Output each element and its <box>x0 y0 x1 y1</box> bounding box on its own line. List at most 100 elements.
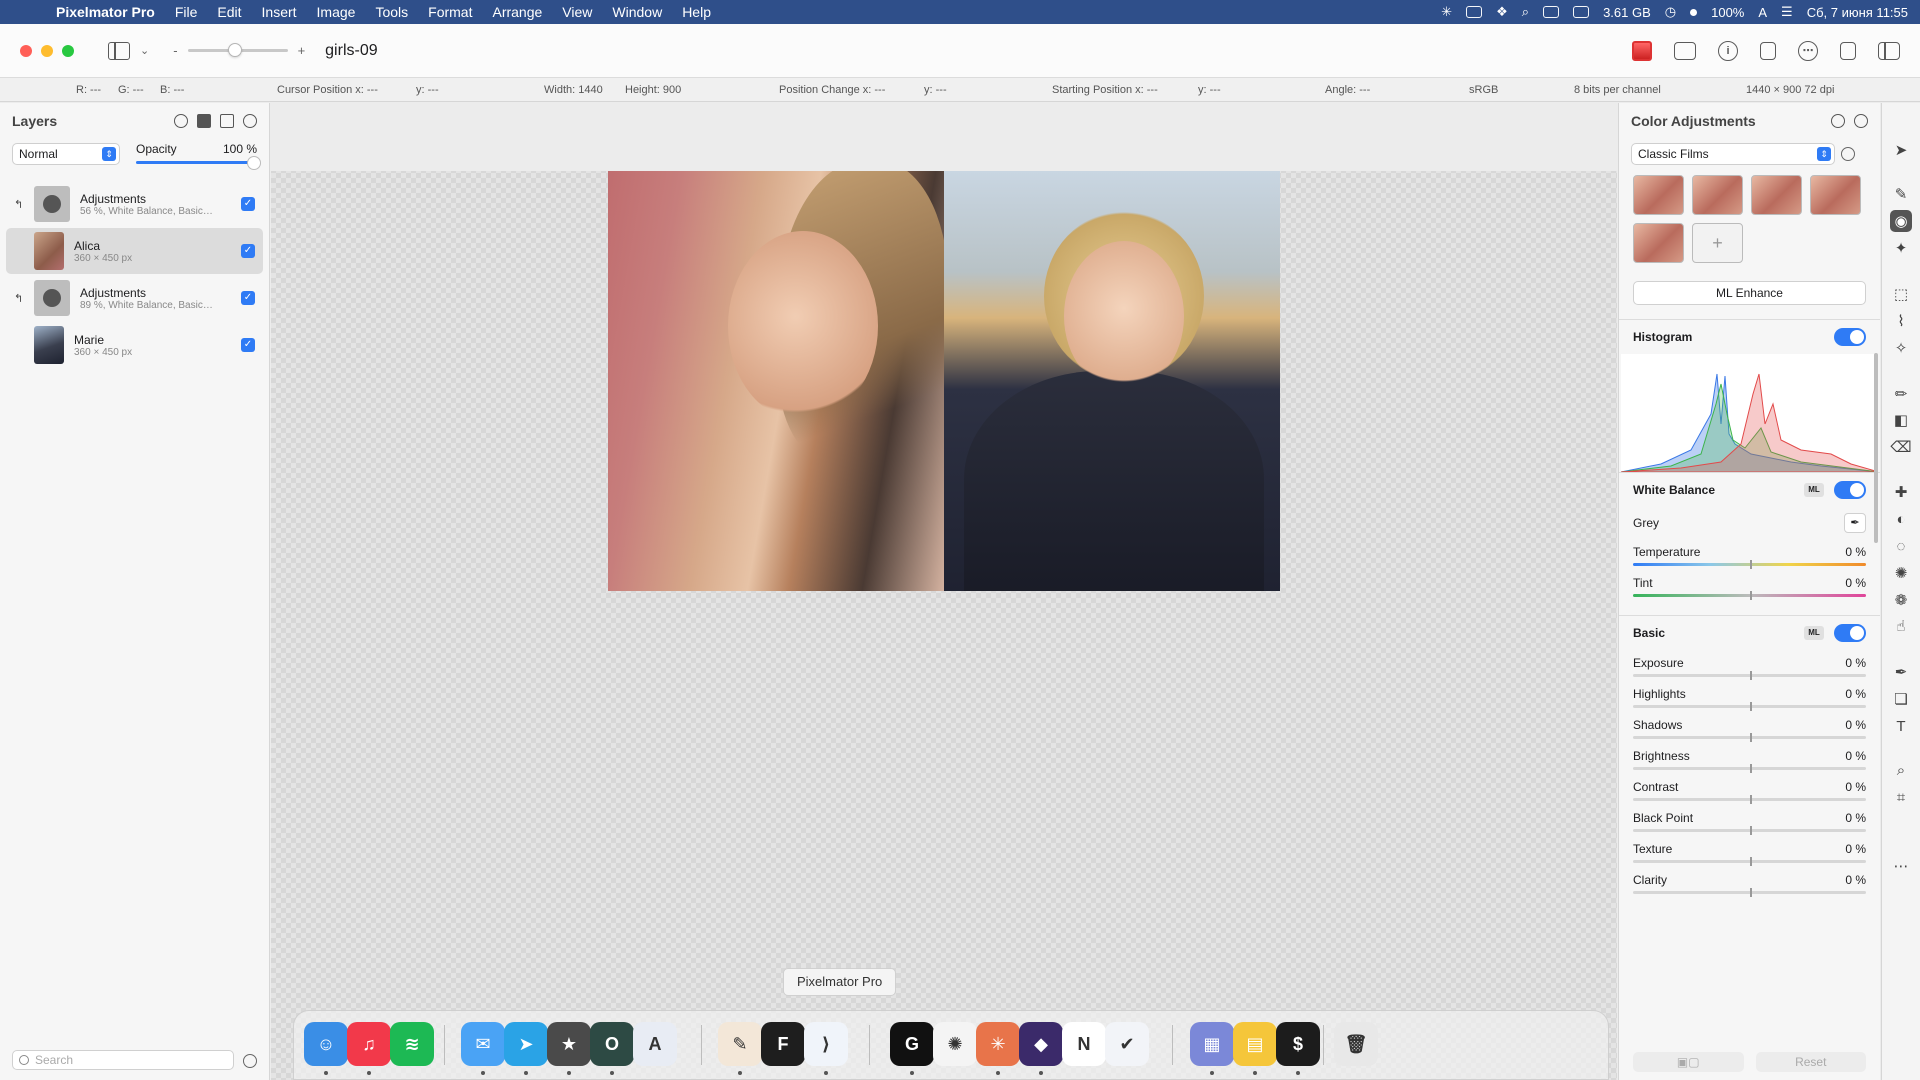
ml-enhance-button[interactable]: ML Enhance <box>1633 281 1866 305</box>
zoom-slider-knob[interactable] <box>227 43 242 57</box>
zoom-slider[interactable] <box>187 43 288 57</box>
opacity-slider[interactable] <box>136 156 261 170</box>
lasso-tool-icon[interactable]: ⌇ <box>1890 310 1912 332</box>
clock-icon[interactable]: ◷ <box>1665 4 1676 20</box>
more-options-icon[interactable]: ⋯ <box>1798 40 1818 61</box>
opacity-value[interactable]: 100 % <box>223 142 257 156</box>
menu-app[interactable]: Pixelmator Pro <box>52 4 165 20</box>
compare-button[interactable]: ▣▢ <box>1633 1052 1744 1072</box>
texture-slider[interactable]: Texture 0 % <box>1619 836 1880 867</box>
inspector-toggle-icon[interactable] <box>1878 41 1900 60</box>
layer-row-alica[interactable]: Alica 360 × 450 px ✓ <box>6 228 263 274</box>
dock-app-obsidian[interactable]: ◆ <box>1019 1022 1063 1075</box>
canvas[interactable] <box>271 103 1617 1080</box>
shapes-tool-icon[interactable]: ❏ <box>1890 688 1912 710</box>
menu-help[interactable]: Help <box>672 4 721 20</box>
slider-track[interactable] <box>1633 857 1866 866</box>
input-source[interactable]: A <box>1758 5 1767 20</box>
layer-visibility-checkbox[interactable]: ✓ <box>241 244 255 258</box>
control-center-icon[interactable]: ☰ <box>1781 4 1793 20</box>
slider-value[interactable]: 0 % <box>1845 687 1866 701</box>
warp-tool-icon[interactable]: ☝ <box>1890 615 1912 637</box>
eyedropper-icon[interactable]: ✒ <box>1844 513 1866 533</box>
menu-window[interactable]: Window <box>602 4 672 20</box>
reset-button[interactable]: Reset <box>1755 1052 1866 1072</box>
add-adjustment-icon[interactable] <box>1854 114 1868 128</box>
menu-edit[interactable]: Edit <box>207 4 251 20</box>
minimize-button[interactable] <box>41 44 53 57</box>
slider-value[interactable]: 0 % <box>1845 780 1866 794</box>
mask-icon[interactable] <box>197 114 211 128</box>
clone-tool-icon[interactable]: ◐ <box>1890 508 1912 530</box>
slider-track[interactable] <box>1633 826 1866 835</box>
histogram-toggle[interactable] <box>1834 328 1866 346</box>
blur-tool-icon[interactable]: ◌ <box>1890 535 1912 557</box>
basic-toggle[interactable] <box>1834 624 1866 642</box>
slider-value[interactable]: 0 % <box>1845 718 1866 732</box>
slider-track[interactable] <box>1633 795 1866 804</box>
dock-app-telegram[interactable]: ➤ <box>504 1022 548 1075</box>
dock-app-mail[interactable]: ✉ <box>461 1022 505 1075</box>
layer-row-adjustments-1[interactable]: ↰ Adjustments 56 %, White Balance, Basic… <box>6 181 263 227</box>
add-preset-button[interactable]: + <box>1692 223 1743 263</box>
preset-thumb-3[interactable] <box>1751 175 1802 215</box>
photo-marie[interactable] <box>944 171 1280 591</box>
style-tool-icon[interactable]: ✎ <box>1890 183 1912 205</box>
layer-row-marie[interactable]: Marie 360 × 450 px ✓ <box>6 322 263 368</box>
sparkle-icon[interactable]: ✳ <box>1441 4 1452 20</box>
dock-app-reeder[interactable]: ★ <box>547 1022 591 1075</box>
memory-readout[interactable]: 3.61 GB <box>1603 5 1651 20</box>
menu-tools[interactable]: Tools <box>365 4 418 20</box>
paint-tool-icon[interactable]: ✏ <box>1890 383 1912 405</box>
sidebar-toggle-icon[interactable] <box>108 41 130 60</box>
moon-icon[interactable] <box>1466 6 1483 18</box>
search-menubar-icon[interactable]: ⌕ <box>1522 4 1529 20</box>
layer-visibility-checkbox[interactable]: ✓ <box>241 291 255 305</box>
chevron-down-icon[interactable]: ⌄ <box>140 44 149 57</box>
type-tool-icon[interactable]: T <box>1890 715 1912 737</box>
dock-app-grammarly[interactable]: G <box>890 1022 934 1075</box>
dropbox-icon[interactable]: ❖ <box>1496 4 1508 20</box>
info-icon[interactable]: i <box>1718 40 1738 61</box>
zoom-out-button[interactable]: - <box>173 43 177 58</box>
menu-arrange[interactable]: Arrange <box>482 4 552 20</box>
arrange-tool-icon[interactable]: ➤ <box>1890 139 1912 161</box>
dock-app-spotify[interactable]: ≋ <box>390 1022 434 1066</box>
preset-thumb-5[interactable] <box>1633 223 1684 263</box>
slider-track[interactable] <box>1633 702 1866 711</box>
layer-visibility-checkbox[interactable]: ✓ <box>241 338 255 352</box>
dock-app-trash[interactable]: 🗑 <box>1334 1022 1378 1066</box>
menu-format[interactable]: Format <box>418 4 482 20</box>
slider-value[interactable]: 0 % <box>1845 576 1866 590</box>
dock-app-unarchiver[interactable]: ▤ <box>1233 1022 1277 1075</box>
record-icon[interactable] <box>1690 8 1698 16</box>
black-point-slider[interactable]: Black Point 0 % <box>1619 805 1880 836</box>
fill-tool-icon[interactable]: ◧ <box>1890 409 1912 431</box>
dock-app-affinity[interactable]: A <box>633 1022 677 1066</box>
photo-browser-icon[interactable] <box>1674 41 1696 60</box>
dock-app-chatgpt[interactable]: ✺ <box>933 1022 977 1066</box>
menu-file[interactable]: File <box>165 4 208 20</box>
slider-value[interactable]: 0 % <box>1845 842 1866 856</box>
slider-track[interactable] <box>1633 671 1866 680</box>
layer-search-input[interactable]: Search <box>12 1050 234 1070</box>
rotate-icon[interactable] <box>1760 41 1776 60</box>
preset-more-icon[interactable] <box>1841 147 1855 161</box>
menu-image[interactable]: Image <box>307 4 366 20</box>
clarity-slider[interactable]: Clarity 0 % <box>1619 867 1880 898</box>
share-icon[interactable] <box>1840 41 1856 60</box>
dock-app-opera[interactable]: O <box>590 1022 634 1075</box>
slider-value[interactable]: 0 % <box>1845 545 1866 559</box>
add-layer-icon[interactable] <box>243 114 257 128</box>
filter-icon[interactable] <box>243 1054 257 1068</box>
dock-app-terminal[interactable]: $ <box>1276 1022 1320 1075</box>
magic-select-tool-icon[interactable]: ✧ <box>1890 337 1912 359</box>
slider-value[interactable]: 0 % <box>1845 811 1866 825</box>
slider-value[interactable]: 0 % <box>1845 656 1866 670</box>
pen-tool-icon[interactable]: ✒ <box>1890 661 1912 683</box>
slider-track[interactable] <box>1633 560 1866 569</box>
slider-track[interactable] <box>1633 888 1866 897</box>
erase-tool-icon[interactable]: ⌫ <box>1890 436 1912 458</box>
basic-ml-button[interactable]: ML <box>1804 626 1824 640</box>
blend-mode-select[interactable]: Normal ⇕ <box>12 143 120 165</box>
